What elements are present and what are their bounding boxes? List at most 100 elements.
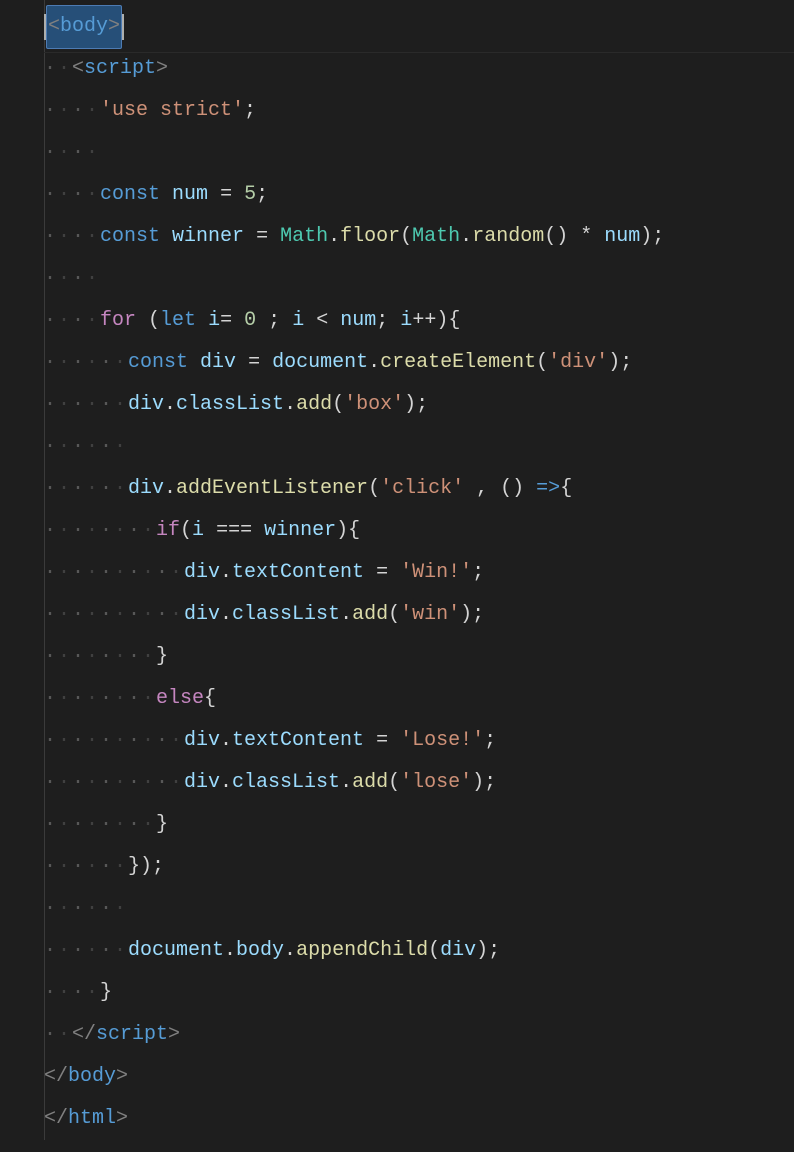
property: classList: [232, 762, 340, 804]
string-literal: 'use strict': [100, 90, 244, 132]
code-line[interactable]: ··········div.textContent = 'Win!';: [44, 552, 794, 594]
keyword: const: [100, 174, 160, 216]
code-line[interactable]: ········else{: [44, 678, 794, 720]
tag-bracket: </: [44, 1098, 68, 1140]
class-name: Math: [280, 216, 328, 258]
code-line[interactable]: <body>: [44, 6, 794, 48]
string-literal: 'Lose!': [400, 720, 484, 762]
code-line[interactable]: ····for (let i= 0 ; i < num; i++){: [44, 300, 794, 342]
property: textContent: [232, 720, 364, 762]
code-line[interactable]: ··········div.classList.add('lose');: [44, 762, 794, 804]
code-line[interactable]: ····: [44, 258, 794, 300]
method: random: [472, 216, 544, 258]
tag-bracket: >: [108, 15, 120, 38]
operator: ++: [412, 300, 436, 342]
tag-bracket: >: [168, 1014, 180, 1056]
code-line[interactable]: ··········div.textContent = 'Lose!';: [44, 720, 794, 762]
variable: num: [340, 300, 376, 342]
method: floor: [340, 216, 400, 258]
property: textContent: [232, 552, 364, 594]
variable: i: [400, 300, 412, 342]
brace: }: [100, 972, 112, 1014]
method: add: [296, 384, 332, 426]
string-literal: 'box': [344, 384, 404, 426]
variable: i: [208, 300, 220, 342]
code-line[interactable]: ········}: [44, 636, 794, 678]
tag-name: script: [96, 1014, 168, 1056]
code-line[interactable]: ····const winner = Math.floor(Math.rando…: [44, 216, 794, 258]
string-literal: 'click': [380, 468, 464, 510]
code-line[interactable]: ······});: [44, 846, 794, 888]
string-literal: 'Win!': [400, 552, 472, 594]
brace: }: [128, 846, 140, 888]
brace: }: [156, 804, 168, 846]
method: addEventListener: [176, 468, 368, 510]
string-literal: 'lose': [400, 762, 472, 804]
tag-bracket: <: [48, 15, 60, 38]
variable: num: [604, 216, 640, 258]
variable: winner: [264, 510, 336, 552]
property: classList: [176, 384, 284, 426]
variable: div: [184, 594, 220, 636]
code-line[interactable]: ··</script>: [44, 1014, 794, 1056]
method: add: [352, 762, 388, 804]
code-line[interactable]: ······div.classList.add('box');: [44, 384, 794, 426]
code-line[interactable]: ····'use strict';: [44, 90, 794, 132]
operator: =: [256, 216, 268, 258]
code-line[interactable]: ······: [44, 426, 794, 468]
string-literal: 'div': [548, 342, 608, 384]
code-line[interactable]: ····const num = 5;: [44, 174, 794, 216]
tag-name: body: [60, 15, 108, 38]
code-line[interactable]: ····}: [44, 972, 794, 1014]
property: classList: [232, 594, 340, 636]
tag-bracket: <: [72, 48, 84, 90]
code-line[interactable]: ········}: [44, 804, 794, 846]
method: createElement: [380, 342, 536, 384]
variable: i: [292, 300, 304, 342]
semicolon: ;: [244, 90, 256, 132]
object: document: [128, 930, 224, 972]
tag-bracket: </: [72, 1014, 96, 1056]
code-line[interactable]: ······document.body.appendChild(div);: [44, 930, 794, 972]
code-line[interactable]: </body>: [44, 1056, 794, 1098]
tag-name: script: [84, 48, 156, 90]
keyword: const: [100, 216, 160, 258]
variable: div: [200, 342, 236, 384]
keyword: if: [156, 510, 180, 552]
code-line[interactable]: ··········div.classList.add('win');: [44, 594, 794, 636]
arrow: =>: [536, 468, 560, 510]
method: add: [352, 594, 388, 636]
code-line[interactable]: ········if(i === winner){: [44, 510, 794, 552]
variable: div: [184, 762, 220, 804]
code-editor[interactable]: <body> ··<script> ····'use strict'; ····…: [0, 0, 794, 1140]
keyword: for: [100, 300, 136, 342]
variable: i: [192, 510, 204, 552]
variable: div: [128, 384, 164, 426]
string-literal: 'win': [400, 594, 460, 636]
class-name: Math: [412, 216, 460, 258]
keyword: const: [128, 342, 188, 384]
number-literal: 0: [244, 300, 256, 342]
code-line[interactable]: ··<script>: [44, 48, 794, 90]
code-line[interactable]: ······const div = document.createElement…: [44, 342, 794, 384]
variable: div: [184, 552, 220, 594]
operator: <: [316, 300, 328, 342]
variable: div: [128, 468, 164, 510]
number-literal: 5: [244, 174, 256, 216]
tag-bracket: >: [116, 1056, 128, 1098]
tag-name: html: [68, 1098, 116, 1140]
tag-bracket: </: [44, 1056, 68, 1098]
tag-name: body: [68, 1056, 116, 1098]
object: document: [272, 342, 368, 384]
code-line[interactable]: </html>: [44, 1098, 794, 1140]
property: body: [236, 930, 284, 972]
code-line[interactable]: ····: [44, 132, 794, 174]
tag-bracket: >: [116, 1098, 128, 1140]
code-line[interactable]: ······div.addEventListener('click' , () …: [44, 468, 794, 510]
code-line[interactable]: ······: [44, 888, 794, 930]
variable: winner: [172, 216, 244, 258]
semicolon: ;: [652, 216, 664, 258]
keyword: let: [160, 300, 196, 342]
operator: =: [220, 174, 232, 216]
keyword: else: [156, 678, 204, 720]
